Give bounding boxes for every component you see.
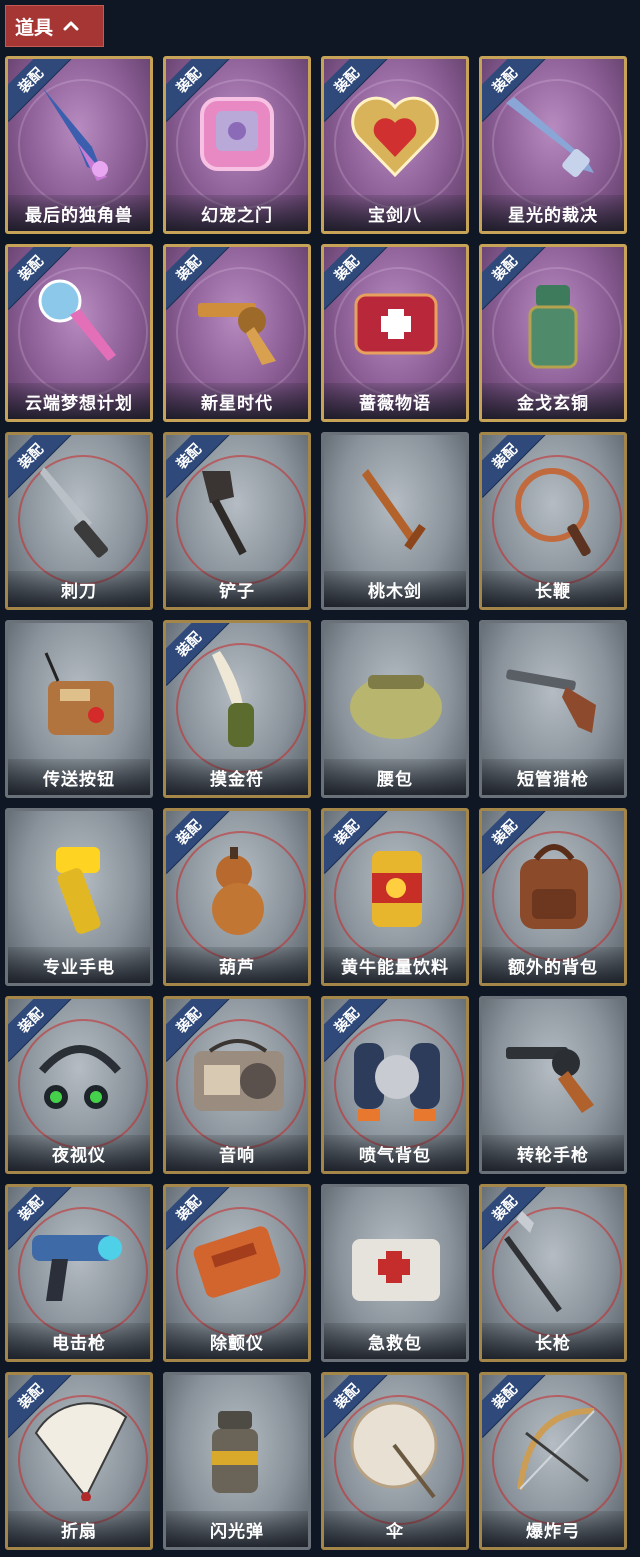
item-card[interactable]: 装配 宝剑八 <box>321 56 469 234</box>
spear-icon <box>504 1211 562 1313</box>
item-name: 幻宠之门 <box>166 195 308 231</box>
item-card[interactable]: 装配 幻宠之门 <box>163 56 311 234</box>
item-name: 桃木剑 <box>324 571 466 607</box>
item-card[interactable]: 装配 额外的背包 <box>479 808 627 986</box>
item-name: 新星时代 <box>166 383 308 419</box>
item-card[interactable]: 传送按钮 <box>5 620 153 798</box>
item-card[interactable]: 装配伞 <box>321 1372 469 1550</box>
item-card[interactable]: 装配 喷气背包 <box>321 996 469 1174</box>
explosive-bow-icon <box>517 1407 595 1490</box>
radio-speaker-icon <box>194 1039 284 1111</box>
magic-scepter-icon <box>38 279 116 361</box>
item-name: 宝剑八 <box>324 195 466 231</box>
item-name: 额外的背包 <box>482 947 624 983</box>
item-card[interactable]: 急救包 <box>321 1184 469 1362</box>
item-name: 刺刀 <box>8 571 150 607</box>
item-card[interactable]: 装配 摸金符 <box>163 620 311 798</box>
item-card[interactable]: 装配 星光的裁决 <box>479 56 627 234</box>
flashbang-icon <box>212 1411 258 1493</box>
item-name: 除颤仪 <box>166 1323 308 1359</box>
item-name: 长鞭 <box>482 571 624 607</box>
jetpack-icon <box>354 1043 440 1121</box>
props-tab[interactable]: 道具 <box>5 5 104 47</box>
waist-bag-icon <box>350 675 442 739</box>
item-name: 专业手电 <box>8 947 150 983</box>
item-card[interactable]: 专业手电 <box>5 808 153 986</box>
item-card[interactable]: 装配 云端梦想计划 <box>5 244 153 422</box>
revolver-pistol-icon <box>506 1047 594 1113</box>
shovel-icon <box>202 471 247 556</box>
item-name: 爆炸弓 <box>482 1511 624 1547</box>
item-name: 长枪 <box>482 1323 624 1359</box>
item-card[interactable]: 装配 除颤仪 <box>163 1184 311 1362</box>
item-name: 摸金符 <box>166 759 308 795</box>
revolver-icon <box>198 303 276 365</box>
shotgun-icon <box>506 669 596 733</box>
item-name: 闪光弹 <box>166 1511 308 1547</box>
item-name: 金戈玄铜 <box>482 383 624 419</box>
item-card[interactable]: 短管猎枪 <box>479 620 627 798</box>
bayonet-icon <box>40 467 108 558</box>
item-card[interactable]: 装配 最后的独角兽 <box>5 56 153 234</box>
wooden-sword-icon <box>362 469 426 550</box>
item-name: 喷气背包 <box>324 1135 466 1171</box>
item-card[interactable]: 装配 铲子 <box>163 432 311 610</box>
first-aid-kit-icon <box>352 1239 440 1301</box>
item-name: 急救包 <box>324 1323 466 1359</box>
whip-icon <box>515 468 591 557</box>
item-name: 短管猎枪 <box>482 759 624 795</box>
medkit-red-icon <box>354 293 438 355</box>
item-card[interactable]: 装配 长鞭 <box>479 432 627 610</box>
chevron-up-icon <box>63 21 79 31</box>
item-name: 蔷薇物语 <box>324 383 466 419</box>
item-name: 转轮手枪 <box>482 1135 624 1171</box>
item-name: 黄牛能量饮料 <box>324 947 466 983</box>
pet-device-icon <box>200 97 274 171</box>
item-name: 伞 <box>324 1511 466 1547</box>
backpack-icon <box>520 844 588 929</box>
item-name: 电击枪 <box>8 1323 150 1359</box>
amulet-icon <box>212 651 254 747</box>
item-card[interactable]: 装配 刺刀 <box>5 432 153 610</box>
item-card[interactable]: 装配 长枪 <box>479 1184 627 1362</box>
item-name: 铲子 <box>166 571 308 607</box>
item-name: 最后的独角兽 <box>8 195 150 231</box>
teleport-button-icon <box>44 652 114 735</box>
item-name: 折扇 <box>8 1511 150 1547</box>
item-card[interactable]: 装配 新星时代 <box>163 244 311 422</box>
folding-fan-icon <box>34 1402 128 1501</box>
item-card[interactable]: 装配 金戈玄铜 <box>479 244 627 422</box>
item-card[interactable]: 转轮手枪 <box>479 996 627 1174</box>
item-name: 腰包 <box>324 759 466 795</box>
props-tab-label: 道具 <box>15 17 54 39</box>
item-card[interactable]: 装配 音响 <box>163 996 311 1174</box>
defibrillator-icon <box>193 1226 281 1298</box>
umbrella-icon <box>350 1401 438 1499</box>
item-card[interactable]: 闪光弹 <box>163 1372 311 1550</box>
energy-drink-icon <box>372 851 422 927</box>
flashlight-icon <box>56 847 101 934</box>
gourd-icon <box>212 847 264 935</box>
item-card[interactable]: 装配 葫芦 <box>163 808 311 986</box>
night-vision-icon <box>38 1045 122 1109</box>
item-name: 音响 <box>166 1135 308 1171</box>
taser-gun-icon <box>32 1235 122 1301</box>
heart-shield-icon <box>351 96 439 178</box>
item-card[interactable]: 装配 黄牛能量饮料 <box>321 808 469 986</box>
item-card[interactable]: 装配 蔷薇物语 <box>321 244 469 422</box>
item-card[interactable]: 装配 爆炸弓 <box>479 1372 627 1550</box>
item-card[interactable]: 装配 折扇 <box>5 1372 153 1550</box>
item-name: 葫芦 <box>166 947 308 983</box>
item-name: 云端梦想计划 <box>8 383 150 419</box>
item-card[interactable]: 装配 夜视仪 <box>5 996 153 1174</box>
item-card[interactable]: 装配 电击枪 <box>5 1184 153 1362</box>
bronze-grenade-icon <box>528 285 578 369</box>
unicorn-horn-icon <box>42 87 108 181</box>
item-name: 星光的裁决 <box>482 195 624 231</box>
item-name: 夜视仪 <box>8 1135 150 1171</box>
item-card[interactable]: 腰包 <box>321 620 469 798</box>
starlight-rifle-icon <box>506 97 594 177</box>
item-card[interactable]: 桃木剑 <box>321 432 469 610</box>
item-name: 传送按钮 <box>8 759 150 795</box>
